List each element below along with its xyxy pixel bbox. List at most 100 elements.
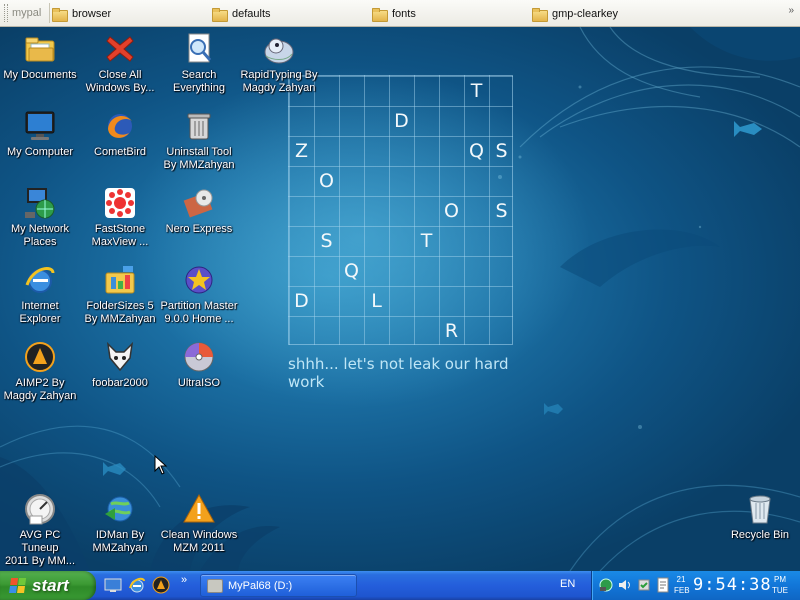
taskbar-window-button[interactable]: MyPal68 (D:) [200,574,357,597]
rapidtyping-icon [262,32,296,66]
icon-label: FastStone MaxView ... [91,223,149,248]
start-label: start [32,575,69,595]
desktop-icon-close-all[interactable]: Close All Windows By... [80,32,160,95]
desktop-icon-foobar2000[interactable]: foobar2000 [80,340,160,390]
puzzle-letter: T [420,230,433,252]
recycle-bin-icon [743,492,777,526]
puzzle-letter: R [444,320,459,342]
desktop-icon-avg-pc-tuneup[interactable]: AVG PC Tuneup 2011 By MM... [0,492,80,568]
desktop-icon-nero-express[interactable]: Nero Express [159,186,239,236]
puzzle-letter: S [320,230,333,252]
warning-triangle-icon [182,492,216,526]
desktop-icon-my-computer[interactable]: My Computer [0,109,80,159]
folder-gmp-clearkey[interactable]: gmp-clearkey [532,4,618,23]
puzzle-letter: D [394,110,409,132]
icon-label: Close All Windows By... [85,69,155,94]
safely-remove-icon[interactable] [636,577,652,593]
aimp-quicklaunch-icon[interactable] [152,576,170,594]
date-month: FEB [674,586,690,595]
icon-label: RapidTyping By Magdy Zahyan [240,69,318,94]
nero-express-icon [182,186,216,220]
folder-icon [372,7,388,22]
icon-label: Nero Express [165,223,233,235]
icon-label: My Network Places [10,223,70,248]
tray-date: 21 FEB [674,574,690,596]
puzzle-letter: S [495,200,508,222]
tuneup-gauge-icon [23,492,57,526]
taskbar-window-label: MyPal68 (D:) [228,579,293,592]
icon-label: CometBird [94,146,146,158]
puzzle-letter: Q [469,140,484,162]
folder-label: gmp-clearkey [552,7,619,20]
tray-ampm: PM TUE [772,574,788,596]
desktop-icon-ultraiso[interactable]: UltraISO [159,340,239,390]
folder-fonts[interactable]: fonts [372,4,416,23]
desktop[interactable]: TDZQSOOSSTQDLR shhh... let's not leak ou… [0,27,800,571]
toolbar-overflow-icon[interactable]: » [788,5,794,16]
windows-logo-icon [9,577,27,594]
folder-browser[interactable]: browser [52,4,111,23]
icon-label: Recycle Bin [730,529,790,541]
folder-icon [52,7,68,22]
desktop-icon-internet-explorer[interactable]: Internet Explorer [0,263,80,326]
desktop-icon-my-documents[interactable]: My Documents [0,32,80,82]
show-desktop-icon[interactable] [104,576,122,594]
wallpaper-tagline: shhh... let's not leak our hard work [288,355,509,391]
folder-defaults[interactable]: defaults [212,4,271,23]
icon-label: Internet Explorer [19,300,61,325]
folder-icon [212,7,228,22]
aimp-icon [23,340,57,374]
puzzle-letter: T [470,80,483,102]
desktop-icon-clean-windows[interactable]: Clean Windows MZM 2011 [159,492,239,555]
desktop-icon-cometbird[interactable]: CometBird [80,109,160,159]
toolbar-grip[interactable] [4,4,8,22]
network-tray-icon[interactable] [598,577,614,593]
icon-label: Uninstall Tool By MMZahyan [163,146,235,171]
network-globe-icon [23,186,57,220]
icon-label: FolderSizes 5 By MMZahyan [84,300,156,325]
folder-icon [532,7,548,22]
desktop-icon-recycle-bin[interactable]: Recycle Bin [720,492,800,542]
desktop-icon-partition-master[interactable]: Partition Master 9.0.0 Home ... [159,263,239,326]
desktop-icon-my-network-places[interactable]: My Network Places [0,186,80,249]
toolbar-title: mypal [12,7,42,19]
toolbar-separator [49,3,51,23]
folder-toolbar: mypal browser defaults fonts gmp-clearke… [0,0,800,27]
desktop-icon-search-everything[interactable]: Search Everything [159,32,239,95]
icon-label: AVG PC Tuneup 2011 By MM... [4,529,76,567]
icon-label: IDMan By MMZahyan [92,529,148,554]
partition-master-icon [182,263,216,297]
puzzle-letter: O [444,200,459,222]
icon-label: Partition Master 9.0.0 Home ... [160,300,238,325]
date-day: 21 [676,575,686,584]
folder-documents-icon [23,32,57,66]
icon-label: Clean Windows MZM 2011 [160,529,238,554]
internet-explorer-quicklaunch-icon[interactable] [128,576,146,594]
drive-icon [207,578,223,593]
desktop-icon-idman[interactable]: IDMan By MMZahyan [80,492,160,555]
desktop-icon-uninstall-tool[interactable]: Uninstall Tool By MMZahyan [159,109,239,172]
idm-globe-icon [103,492,137,526]
quick-launch [104,576,170,594]
puzzle-letter: L [371,290,382,312]
start-button[interactable]: start [0,571,96,600]
desktop-icon-foldersizes[interactable]: FolderSizes 5 By MMZahyan [80,263,160,326]
search-magnifier-icon [182,32,216,66]
letter-puzzle-grid: TDZQSOOSSTQDLR [288,75,513,345]
folder-label: browser [72,7,112,20]
desktop-icon-aimp2[interactable]: AIMP2 By Magdy Zahyan [0,340,80,403]
volume-speaker-icon[interactable] [617,577,633,593]
language-indicator[interactable]: EN [560,578,575,590]
trash-bin-icon [182,109,216,143]
desktop-icon-faststone[interactable]: FastStone MaxView ... [80,186,160,249]
tray-clock[interactable]: 9:54:38 [693,575,772,595]
quicklaunch-overflow-icon[interactable]: » [181,574,187,586]
foobar-fox-icon [103,340,137,374]
puzzle-letter: Z [294,140,309,162]
ampm-label: PM [774,575,786,584]
close-x-icon [103,32,137,66]
system-tray: 21 FEB 9:54:38 PM TUE [591,571,800,600]
desktop-icon-rapidtyping[interactable]: RapidTyping By Magdy Zahyan [239,32,319,95]
cd-disc-icon [182,340,216,374]
document-tray-icon[interactable] [655,577,671,593]
